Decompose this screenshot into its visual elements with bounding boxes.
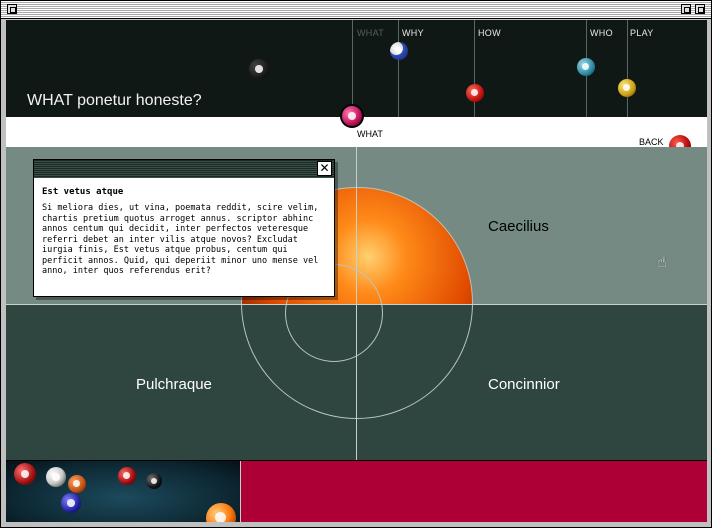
app-window: WHAT WHY HOW WHO PLAY WHAT ponetur hones… [0, 0, 712, 528]
accent-panel [241, 461, 707, 522]
vertical-divider [356, 147, 357, 460]
popup-heading: Est vetus atque [42, 187, 124, 197]
title-bar[interactable] [1, 1, 711, 19]
label-pulchraque[interactable]: Pulchraque [136, 376, 212, 393]
info-popup: ✕ Est vetus atque Si meliora dies, ut vi… [33, 159, 335, 297]
popup-text: Si meliora dies, ut vina, poemata reddit… [42, 203, 319, 276]
hand-cursor-icon: ☝ [657, 252, 667, 271]
content-area: WHAT WHY HOW WHO PLAY WHAT ponetur hones… [6, 20, 707, 522]
window-close-button[interactable] [7, 4, 17, 14]
balls-photo [6, 461, 240, 522]
window-zoom-button[interactable] [681, 4, 691, 14]
label-caecilius[interactable]: Caecilius [488, 218, 549, 235]
label-concinnior[interactable]: Concinnior [488, 376, 560, 393]
popup-title-bar[interactable]: ✕ [34, 160, 334, 178]
close-icon[interactable]: ✕ [317, 161, 332, 176]
window-collapse-button[interactable] [695, 4, 705, 14]
